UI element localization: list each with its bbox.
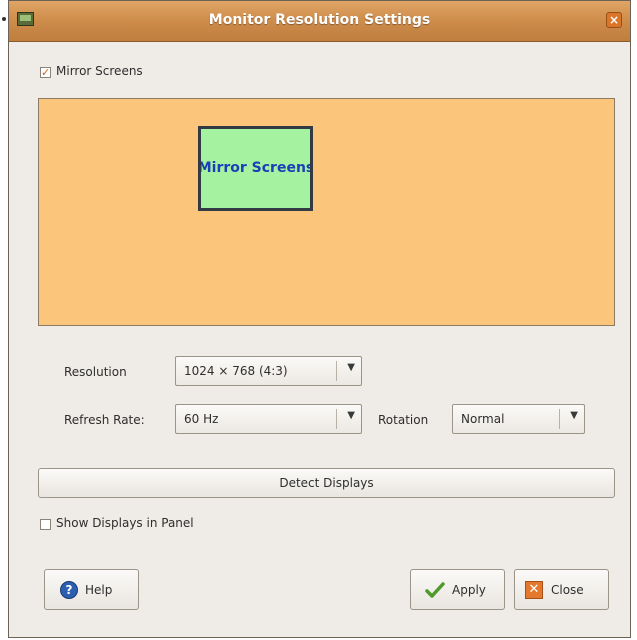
mirror-screens-label[interactable]: Mirror Screens <box>56 64 143 78</box>
close-button[interactable]: ✕ Close <box>514 569 609 610</box>
close-icon: ✕ <box>525 581 543 599</box>
apply-button-label: Apply <box>452 583 486 597</box>
edge-marker <box>2 17 6 21</box>
help-button-label: Help <box>85 583 113 597</box>
rotation-select[interactable]: Normal ▼ <box>452 404 585 434</box>
help-icon: ? <box>60 581 78 599</box>
detect-displays-button[interactable]: Detect Displays <box>38 468 615 498</box>
refresh-rate-select[interactable]: 60 Hz ▼ <box>175 404 362 434</box>
checkmark-icon <box>425 582 445 598</box>
dialog-window: Monitor Resolution Settings × ✓ Mirror S… <box>8 0 631 638</box>
resolution-select[interactable]: 1024 × 768 (4:3) ▼ <box>175 356 362 386</box>
apply-button[interactable]: Apply <box>410 569 505 610</box>
window-title: Monitor Resolution Settings <box>208 12 431 28</box>
combo-separator <box>559 409 560 429</box>
resolution-label: Resolution <box>64 365 127 379</box>
combo-separator <box>336 361 337 381</box>
chevron-down-icon: ▼ <box>570 410 578 421</box>
chevron-down-icon: ▼ <box>347 410 355 421</box>
window-close-button[interactable]: × <box>606 12 622 28</box>
resolution-value: 1024 × 768 (4:3) <box>184 364 288 378</box>
close-button-label: Close <box>551 583 584 597</box>
rotation-label: Rotation <box>378 413 429 427</box>
display-preview-area[interactable]: Mirror Screens <box>38 98 615 326</box>
chevron-down-icon: ▼ <box>347 362 355 373</box>
show-displays-in-panel-checkbox[interactable] <box>40 519 51 530</box>
mirror-screens-checkbox[interactable]: ✓ <box>40 67 51 78</box>
rotation-value: Normal <box>461 412 505 426</box>
combo-separator <box>336 409 337 429</box>
title-bar[interactable]: Monitor Resolution Settings × <box>9 1 630 42</box>
help-button[interactable]: ? Help <box>44 569 139 610</box>
refresh-rate-label: Refresh Rate: <box>64 413 145 427</box>
monitor-preview-label: Mirror Screens <box>198 160 313 176</box>
detect-displays-label: Detect Displays <box>279 476 374 490</box>
monitor-preview[interactable]: Mirror Screens <box>198 126 313 211</box>
show-displays-in-panel-label[interactable]: Show Displays in Panel <box>56 516 194 530</box>
refresh-rate-value: 60 Hz <box>184 412 219 426</box>
